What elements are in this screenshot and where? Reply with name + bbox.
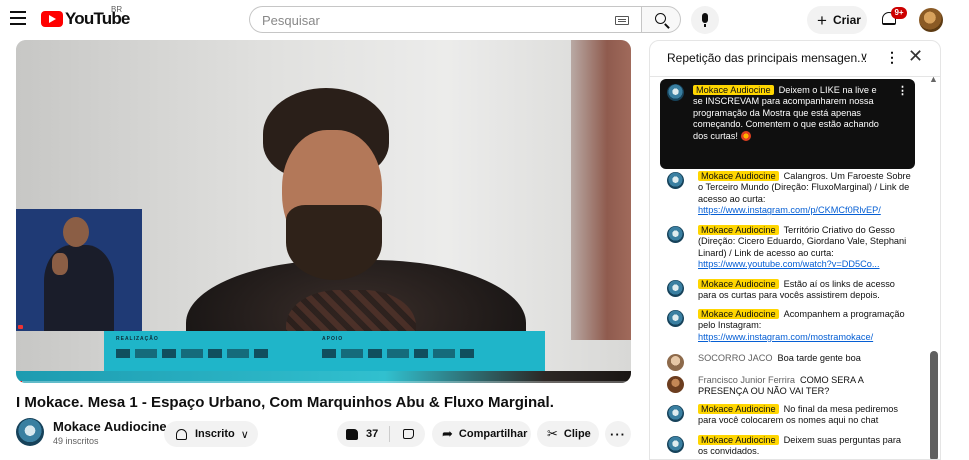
plus-icon: +	[817, 10, 827, 30]
realizacao-logos	[116, 349, 268, 358]
author-avatar	[667, 226, 684, 243]
account-avatar[interactable]	[919, 8, 943, 32]
author-avatar	[667, 436, 684, 453]
author-avatar	[667, 376, 684, 393]
sign-language-interpreter	[16, 209, 142, 331]
youtube-logo[interactable]: YouTube BR	[41, 5, 130, 29]
message-link[interactable]: https://www.instagram.com/mostramokace/	[698, 332, 873, 342]
close-icon[interactable]: ✕	[908, 46, 923, 67]
author-avatar	[667, 280, 684, 297]
author-name[interactable]: Mokace Audiocine	[698, 435, 779, 445]
author-name[interactable]: Mokace Audiocine	[698, 404, 779, 414]
voice-search-button[interactable]	[691, 6, 719, 34]
speaker-beard	[286, 205, 382, 280]
keyboard-icon[interactable]	[615, 16, 629, 25]
subscribed-label: Inscrito	[195, 428, 235, 440]
message-body: Francisco Junior Ferrira COMO SERA A PRES…	[698, 375, 912, 398]
video-shelf	[571, 40, 631, 340]
notifications-badge: 9+	[891, 7, 907, 19]
author-name[interactable]: Francisco Junior Ferrira	[698, 375, 795, 385]
message-body: Mokace Audiocine Acompanhem a programação…	[698, 309, 912, 343]
author-name[interactable]: Mokace Audiocine	[698, 279, 779, 289]
author-avatar	[667, 405, 684, 422]
dislike-button[interactable]	[391, 421, 425, 447]
interpreter-tag	[18, 325, 23, 329]
thumbs-up-icon	[346, 428, 358, 440]
like-divider	[389, 426, 390, 442]
author-avatar	[667, 84, 684, 101]
author-name[interactable]: Mokace Audiocine	[698, 309, 779, 319]
masthead: YouTube BR + Criar 9+	[0, 0, 962, 40]
message-body: SOCORRO JACO Boa tarde gente boa	[698, 353, 912, 364]
bell-icon	[176, 428, 187, 440]
banner-realizacao: REALIZAÇÃO	[116, 336, 159, 342]
search-icon	[655, 13, 666, 24]
progress-bar[interactable]	[16, 381, 631, 383]
more-vert-icon[interactable]: ⋮	[897, 84, 908, 97]
interpreter-hand	[52, 253, 68, 275]
scroll-up-icon[interactable]: ▲	[929, 74, 938, 84]
like-button[interactable]: 37	[337, 421, 387, 447]
play-logo-icon	[41, 11, 63, 27]
apoio-logos	[322, 349, 474, 358]
live-chat-panel: Repetição das principais mensagen... ∨ ⋮…	[649, 40, 941, 460]
chevron-down-icon[interactable]: ∨	[860, 50, 868, 63]
author-name[interactable]: Mokace Audiocine	[698, 171, 779, 181]
message-body: Mokace Audiocine No final da mesa pedirem…	[698, 404, 912, 427]
author-avatar	[667, 310, 684, 327]
thumbs-down-icon	[402, 429, 414, 439]
create-button[interactable]: + Criar	[807, 6, 867, 34]
share-label: Compartilhar	[458, 428, 528, 440]
chat-scrollbar[interactable]	[930, 351, 938, 459]
message-text: Boa tarde gente boa	[777, 353, 861, 363]
subscribed-button[interactable]: Inscrito ∨	[164, 421, 258, 447]
message-body: Mokace Audiocine Deixem suas perguntas pa…	[698, 435, 912, 458]
menu-icon[interactable]	[10, 11, 26, 25]
create-label: Criar	[832, 13, 861, 27]
like-dislike-group: 37	[337, 421, 425, 447]
pinned-message[interactable]: Mokace Audiocine Deixem o LIKE na live e …	[660, 79, 915, 169]
author-name[interactable]: SOCORRO JACO	[698, 353, 773, 363]
interpreter-head	[63, 217, 89, 247]
channel-name[interactable]: Mokace Audiocine	[53, 419, 167, 434]
author-avatar	[667, 354, 684, 371]
video-title: I Mokace. Mesa 1 - Espaço Urbano, Com Ma…	[16, 394, 554, 411]
channel-avatar[interactable]	[16, 418, 44, 446]
author-name[interactable]: Mokace Audiocine	[693, 85, 774, 95]
clip-label: Clipe	[563, 428, 591, 440]
message-body: Mokace Audiocine Calangros. Um Faroeste S…	[698, 171, 912, 217]
subscriber-count: 49 inscritos	[53, 436, 99, 446]
search-button[interactable]	[641, 6, 681, 33]
search-input[interactable]	[262, 11, 592, 29]
share-icon: ➦	[442, 426, 453, 441]
banner-apoio: APOIO	[322, 336, 344, 342]
heart-emoji-icon	[740, 131, 751, 142]
chat-header: Repetição das principais mensagen... ∨ ⋮…	[650, 41, 940, 77]
message-body: Mokace Audiocine Território Criativo do G…	[698, 225, 912, 271]
author-avatar	[667, 172, 684, 189]
share-button[interactable]: ➦ Compartilhar	[432, 421, 531, 447]
more-actions-button[interactable]: ···	[605, 421, 631, 447]
chevron-down-icon: ∨	[240, 428, 249, 441]
more-icon: ···	[610, 426, 626, 442]
sponsors-banner: REALIZAÇÃO APOIO	[104, 331, 545, 371]
message-link[interactable]: https://www.youtube.com/watch?v=DD5Co...	[698, 259, 880, 269]
progress-fill	[16, 381, 23, 383]
logo-region: BR	[111, 5, 123, 14]
video-player[interactable]: REALIZAÇÃO APOIO	[16, 40, 631, 383]
live-dot-icon	[18, 325, 23, 329]
chat-mode-selector[interactable]: Repetição das principais mensagen...	[667, 51, 867, 65]
like-count: 37	[366, 428, 379, 440]
message-body: Mokace Audiocine Estão aí os links de ace…	[698, 279, 912, 302]
more-vert-icon[interactable]: ⋮	[885, 49, 899, 66]
message-link[interactable]: https://www.instagram.com/p/CKMCf0RlvEP/	[698, 205, 881, 215]
scissors-icon: ✂	[547, 426, 558, 441]
clip-button[interactable]: ✂ Clipe	[537, 421, 599, 447]
pinned-message-body: Mokace Audiocine Deixem o LIKE na live e …	[693, 85, 881, 142]
author-name[interactable]: Mokace Audiocine	[698, 225, 779, 235]
search-box	[249, 6, 642, 33]
microphone-icon	[702, 13, 708, 27]
